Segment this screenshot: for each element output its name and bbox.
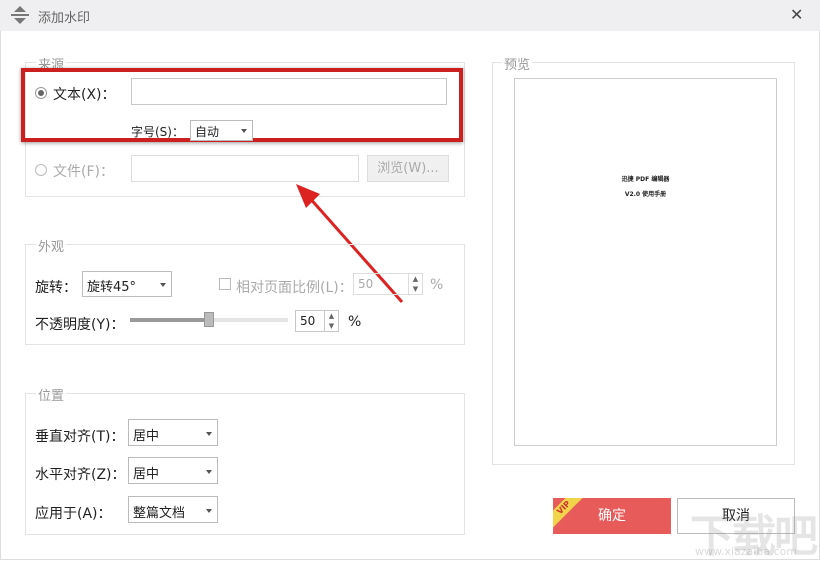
browse-button[interactable]: 浏览(W)... <box>367 155 449 182</box>
chevron-down-icon <box>206 509 212 513</box>
apply-label: 应用于(A)： <box>35 506 112 522</box>
chevron-down-icon <box>206 432 212 436</box>
size-value: 自动 <box>195 125 220 139</box>
opacity-label: 不透明度(Y)： <box>35 317 125 333</box>
preview-line1: 迅捷 PDF 编辑器 <box>621 176 670 183</box>
relative-input[interactable]: 50 <box>353 273 409 295</box>
ok-button[interactable]: 确定 VIP <box>553 498 671 534</box>
vertical-select[interactable]: 居中 <box>128 419 218 446</box>
size-select[interactable]: 自动 <box>190 120 253 141</box>
opacity-unit: % <box>348 314 362 330</box>
preview-page: 迅捷 PDF 编辑器 V2.0 使用手册 <box>514 78 777 446</box>
vertical-label: 垂直对齐(T)： <box>35 429 125 445</box>
text-radio[interactable] <box>35 87 47 99</box>
window-title: 添加水印 <box>38 11 91 26</box>
relative-label: 相对页面比例(L)： <box>236 280 353 296</box>
file-radio[interactable] <box>35 164 47 176</box>
horizontal-select[interactable]: 居中 <box>128 457 218 484</box>
relative-checkbox[interactable] <box>219 278 231 290</box>
chevron-down-icon <box>160 283 166 287</box>
vertical-value: 居中 <box>133 429 160 444</box>
relative-unit: % <box>430 277 444 293</box>
relative-stepper[interactable]: ▲ ▼ <box>409 273 423 295</box>
text-label: 文本(X)： <box>53 87 116 103</box>
opacity-input[interactable]: 50 <box>295 310 325 332</box>
close-icon[interactable]: ✕ <box>790 5 803 24</box>
appearance-legend: 外观 <box>36 236 67 255</box>
vip-badge: VIP <box>553 498 586 530</box>
text-input[interactable] <box>131 78 447 105</box>
rotate-select[interactable]: 旋转45° <box>82 271 172 297</box>
preview-line2: V2.0 使用手册 <box>624 191 667 198</box>
title-bar: 添加水印 ✕ <box>0 0 820 31</box>
opacity-stepper[interactable]: ▲ ▼ <box>325 310 339 332</box>
horizontal-value: 居中 <box>133 467 160 482</box>
chevron-down-icon <box>241 129 247 133</box>
rotate-label: 旋转： <box>35 280 77 296</box>
apply-select[interactable]: 整篇文档 <box>128 496 218 523</box>
site-watermark-url: www.xiazaiba.com <box>695 545 798 558</box>
position-legend: 位置 <box>36 385 67 404</box>
ok-label: 确定 <box>598 508 626 524</box>
app-logo-icon <box>10 6 30 24</box>
horizontal-label: 水平对齐(Z)： <box>35 467 126 483</box>
rotate-value: 旋转45° <box>87 280 137 295</box>
chevron-down-icon <box>206 470 212 474</box>
file-label: 文件(F)： <box>53 164 114 180</box>
size-label: 字号(S)： <box>131 125 184 139</box>
preview-legend: 预览 <box>502 54 533 73</box>
file-input[interactable] <box>131 155 359 182</box>
opacity-slider-handle[interactable] <box>204 312 214 327</box>
apply-value: 整篇文档 <box>133 506 186 521</box>
